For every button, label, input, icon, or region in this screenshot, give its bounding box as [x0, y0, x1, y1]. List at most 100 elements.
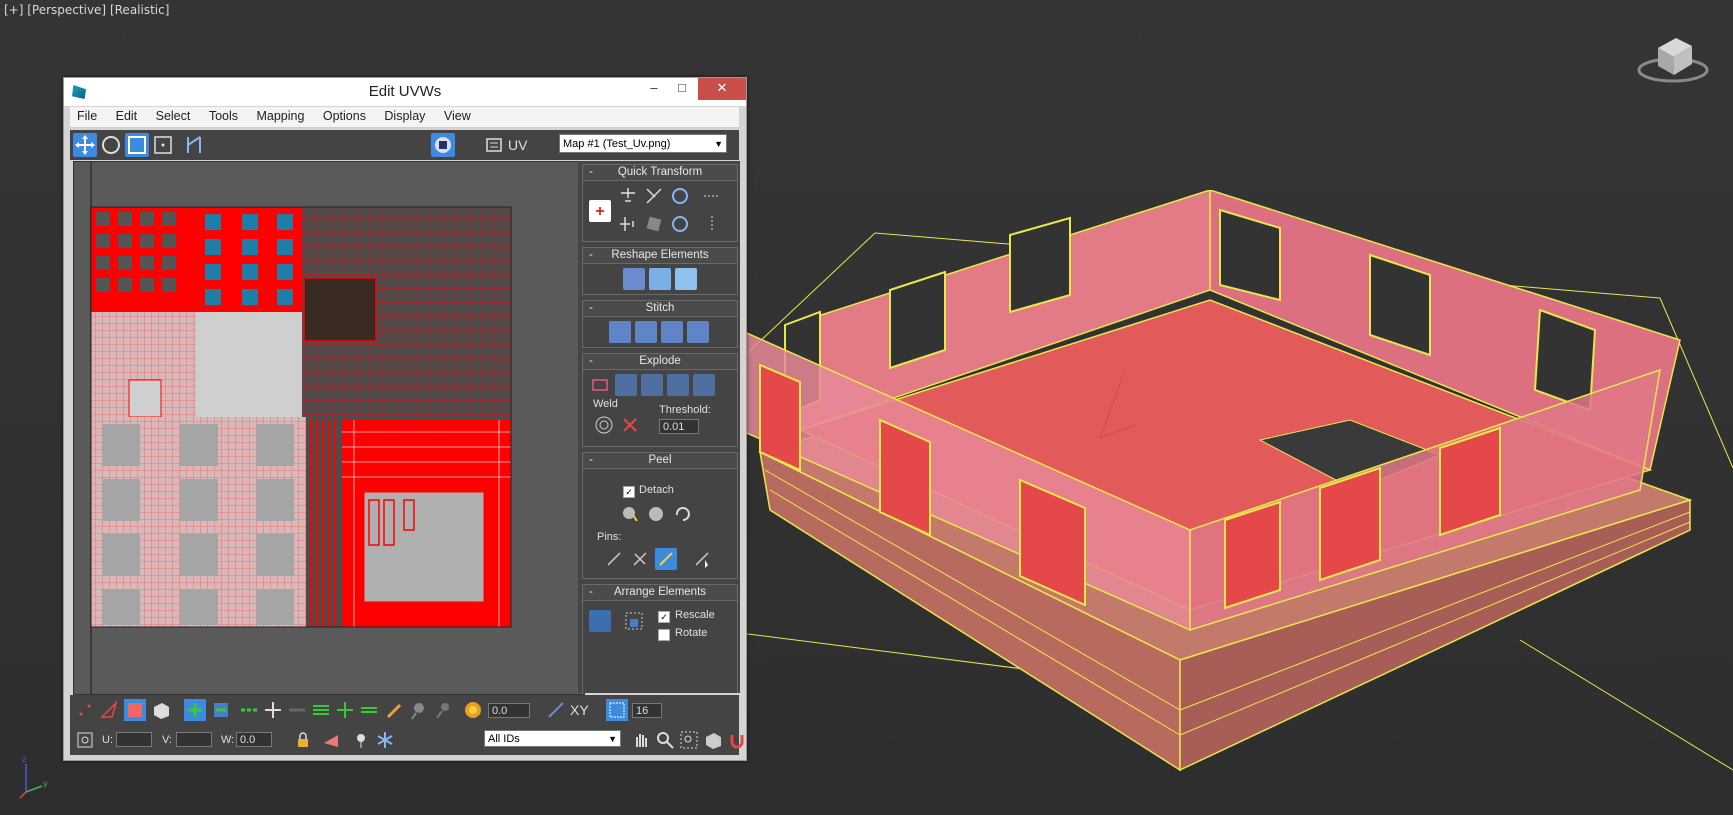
rescale-checkbox[interactable]: ✓ [658, 611, 670, 623]
pack-together-icon[interactable] [623, 610, 645, 632]
falloff-type-icon[interactable] [545, 699, 567, 721]
move-tool-icon[interactable] [73, 133, 97, 157]
collapse-icon[interactable]: - [589, 354, 593, 369]
detach-checkbox[interactable]: ✓ [623, 486, 635, 498]
grow-selection-icon[interactable] [184, 699, 206, 721]
rollout-header-peel[interactable]: - Peel [583, 453, 737, 469]
edit-uvws-window[interactable]: Edit UVWs – □ ✕ File Edit Select Tools M… [63, 77, 747, 761]
select-pins-icon[interactable] [691, 548, 713, 570]
zoom-region-icon[interactable] [678, 729, 700, 751]
peel-lscm-icon[interactable] [645, 503, 667, 525]
relax-settings-icon[interactable] [675, 268, 697, 290]
brush-grow-icon[interactable] [408, 699, 430, 721]
viewcube-icon[interactable] [1636, 30, 1710, 93]
rollout-header-explode[interactable]: - Explode [583, 354, 737, 370]
rotate-ccw-icon[interactable] [669, 213, 691, 235]
freeform-tool-icon[interactable] [151, 133, 175, 157]
menu-display[interactable]: Display [377, 107, 432, 123]
material-id-select[interactable]: All IDs ▼ [484, 730, 621, 747]
loop-icon[interactable] [310, 699, 332, 721]
stitch-average-icon[interactable] [635, 321, 657, 343]
menu-tools[interactable]: Tools [202, 107, 245, 123]
menu-mapping[interactable]: Mapping [249, 107, 311, 123]
rotate-checkbox[interactable] [658, 629, 670, 641]
rotate-tool-icon[interactable] [99, 133, 123, 157]
straighten-icon[interactable] [643, 213, 665, 235]
falloff-spinner[interactable]: 0.0 [488, 703, 530, 718]
edge-mode-icon[interactable] [98, 699, 120, 721]
stitch-to-target-icon[interactable] [609, 321, 631, 343]
w-spinner[interactable]: 0.0 [236, 732, 272, 747]
shrink-selection-icon[interactable] [210, 699, 232, 721]
viewport-shading-label[interactable]: [Realistic] [110, 3, 169, 17]
pivot-icon[interactable] [589, 200, 611, 222]
uv-editor-canvas[interactable] [73, 161, 585, 695]
collapse-icon[interactable]: - [589, 453, 593, 468]
filter-faces-icon[interactable] [320, 729, 342, 751]
options-list-icon[interactable] [482, 133, 506, 157]
brush-shrink-icon[interactable] [432, 699, 454, 721]
polygon-mode-icon[interactable] [124, 699, 146, 721]
space-vertical-icon[interactable] [701, 213, 723, 235]
shrink-ring-icon[interactable] [286, 699, 308, 721]
align-vertical-icon[interactable] [617, 213, 639, 235]
menu-select[interactable]: Select [149, 107, 198, 123]
viewport-label[interactable]: [+] [Perspective] [Realistic] [4, 3, 169, 17]
grid-size-spinner[interactable]: 16 [632, 703, 662, 718]
maximize-button[interactable]: □ [668, 78, 696, 100]
pin-icon[interactable] [603, 548, 625, 570]
peel-reset-icon[interactable] [671, 503, 693, 525]
menu-edit[interactable]: Edit [109, 107, 145, 123]
u-spinner[interactable] [116, 732, 152, 747]
menu-view[interactable]: View [437, 107, 478, 123]
viewport-menu-plus[interactable]: [+] [4, 3, 23, 17]
paint-select-icon[interactable] [384, 699, 406, 721]
rollout-header-arrange[interactable]: - Arrange Elements [583, 585, 737, 601]
weld-selected-icon[interactable] [619, 414, 641, 436]
minimize-button[interactable]: – [640, 78, 668, 100]
explode-by-angle-icon[interactable] [615, 374, 637, 396]
rollout-header-stitch[interactable]: - Stitch [583, 301, 737, 317]
explode-by-material-icon[interactable] [667, 374, 689, 396]
window-titlebar[interactable]: Edit UVWs – □ ✕ [64, 78, 746, 106]
stitch-settings-icon[interactable] [687, 321, 709, 343]
menu-options[interactable]: Options [316, 107, 373, 123]
close-button[interactable]: ✕ [698, 78, 746, 100]
soft-selection-icon[interactable] [462, 699, 484, 721]
peel-quick-icon[interactable] [619, 503, 641, 525]
pack-normalize-icon[interactable] [589, 610, 611, 632]
scale-tool-icon[interactable] [125, 133, 149, 157]
element-mode-icon[interactable] [150, 699, 172, 721]
threshold-spinner[interactable]: 0.01 [659, 419, 699, 434]
grow-ring-icon[interactable] [262, 699, 284, 721]
menu-file[interactable]: File [70, 107, 104, 123]
v-spinner[interactable] [176, 732, 212, 747]
collapse-icon[interactable]: - [589, 301, 593, 316]
align-linear-icon[interactable] [643, 185, 665, 207]
snap-magnet-icon[interactable] [726, 729, 748, 751]
texture-map-select[interactable]: Map #1 (Test_Uv.png) ▼ [559, 134, 727, 153]
zoom-icon[interactable] [654, 729, 676, 751]
explode-by-group-icon[interactable] [641, 374, 663, 396]
xy-space-label[interactable]: XY [570, 702, 589, 718]
collapse-icon[interactable]: - [589, 248, 593, 263]
collapse-icon[interactable]: - [589, 165, 593, 180]
house-model[interactable] [740, 190, 1733, 815]
auto-pin-icon[interactable] [655, 548, 677, 570]
grow-loop-icon[interactable] [334, 699, 356, 721]
vertex-mode-icon[interactable] [74, 699, 96, 721]
straighten-selection-icon[interactable] [623, 268, 645, 290]
show-hidden-icon[interactable] [350, 729, 372, 751]
pan-hand-icon[interactable] [630, 729, 652, 751]
mirror-tool-icon[interactable] [182, 133, 206, 157]
snap-grid-icon[interactable] [606, 699, 628, 721]
lock-selection-icon[interactable] [292, 729, 314, 751]
uv-channel-label[interactable]: UV [508, 137, 527, 153]
absolute-offset-icon[interactable] [74, 729, 96, 751]
ring-icon[interactable] [238, 699, 260, 721]
shrink-loop-icon[interactable] [358, 699, 380, 721]
space-horizontal-icon[interactable] [701, 185, 723, 207]
collapse-icon[interactable]: - [589, 585, 593, 600]
rollout-header-quick-transform[interactable]: - Quick Transform [583, 165, 737, 181]
checker-map-icon[interactable] [431, 133, 455, 157]
